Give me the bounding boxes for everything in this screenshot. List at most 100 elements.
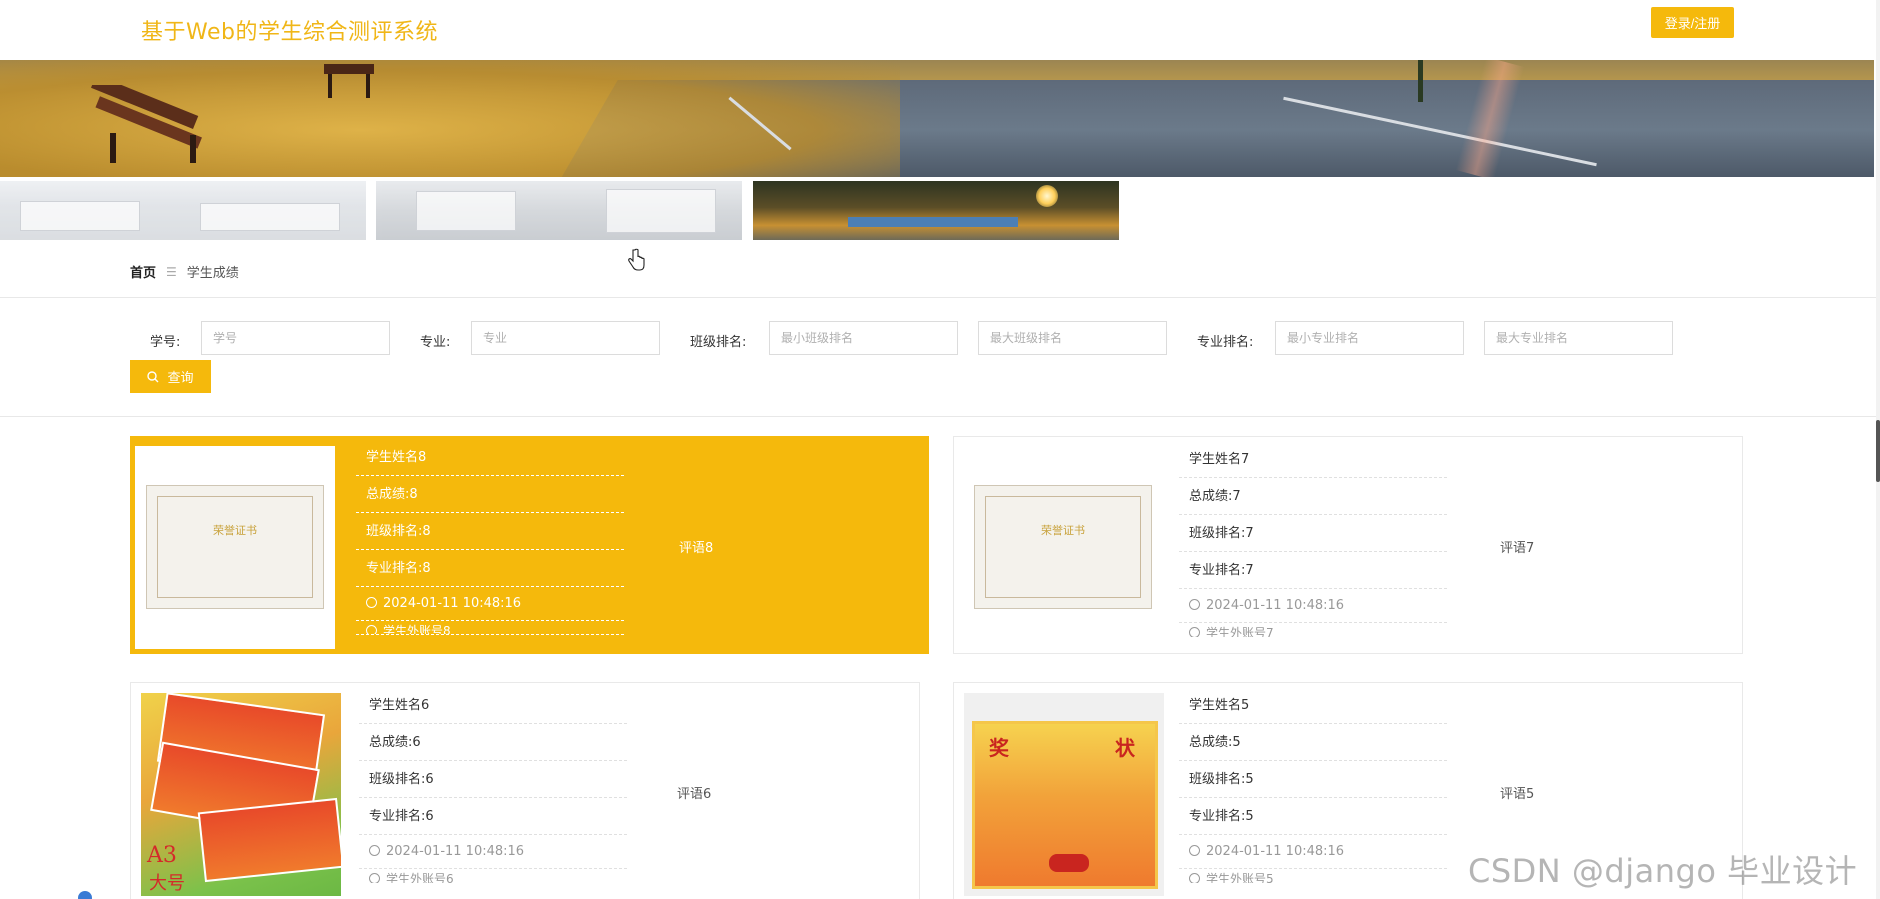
- account-row: 学生外账号5: [1179, 869, 1447, 883]
- certificate-border: [985, 496, 1141, 598]
- watermark: CSDN @django 毕业设计: [1468, 852, 1858, 890]
- class-rank: 班级排名:6: [359, 761, 627, 798]
- sun-shape: [1036, 185, 1058, 207]
- time-text: 2024-01-11 10:48:16: [1206, 598, 1345, 613]
- major-rank: 专业排名:5: [1179, 798, 1447, 835]
- certificate-image[interactable]: 荣誉证书: [964, 447, 1164, 650]
- certificate-image[interactable]: A3 大号: [141, 693, 341, 896]
- student-name: 学生姓名7: [1179, 441, 1447, 478]
- thumbnail-1[interactable]: [0, 181, 366, 240]
- search-icon: [147, 370, 159, 382]
- account-row: 学生外账号6: [359, 869, 627, 883]
- class-rank-label: 班级排名:: [690, 335, 747, 350]
- building-shape: [20, 201, 140, 231]
- clock-icon: [1189, 627, 1200, 637]
- breadcrumb-current: 学生成绩: [186, 266, 239, 281]
- major-input[interactable]: [471, 321, 660, 355]
- score-card[interactable]: A3 大号 学生姓名6 总成绩:6 班级排名:6 专业排名:6 2024-01-…: [130, 682, 920, 899]
- card-time: 2024-01-11 10:48:16: [356, 587, 624, 621]
- clock-icon: [369, 873, 380, 883]
- breadcrumb: 首页 ☰ 学生成绩: [130, 262, 239, 282]
- fence-pole: [1418, 60, 1423, 102]
- certificate-paper: 奖 状: [972, 721, 1158, 889]
- size-label: A3: [147, 843, 177, 868]
- account-text: 学生外账号7: [1206, 626, 1274, 637]
- banner-image: [0, 60, 1874, 177]
- class-rank-max-input[interactable]: [978, 321, 1167, 355]
- thumbnail-3[interactable]: [753, 181, 1119, 240]
- floating-indicator[interactable]: [78, 891, 92, 899]
- search-button[interactable]: 查询: [130, 360, 211, 393]
- login-register-button[interactable]: 登录/注册: [1651, 7, 1734, 38]
- certificate-image[interactable]: 奖 状: [964, 693, 1164, 896]
- account-text: 学生外账号6: [386, 872, 454, 883]
- certificate-bow: [1049, 854, 1089, 872]
- breadcrumb-separator-icon: ☰: [166, 264, 177, 279]
- page: 基于Web的学生综合测评系统 登录/注册 首页 ☰ 学生成绩 学号: 学号 专业…: [0, 0, 1880, 899]
- bench-icon: [91, 85, 202, 163]
- total-score: 总成绩:6: [359, 724, 627, 761]
- certificate-word: 奖: [989, 736, 1009, 760]
- major-rank-label: 专业排名:: [1197, 335, 1254, 350]
- major-label: 专业:: [420, 335, 451, 350]
- certificate-image[interactable]: 荣誉证书: [135, 446, 335, 649]
- certificate-white: 荣誉证书: [146, 485, 324, 609]
- certificate-border: [157, 496, 313, 598]
- time-text: 2024-01-11 10:48:16: [386, 844, 525, 859]
- major-rank-max-input[interactable]: [1484, 321, 1673, 355]
- major-rank: 专业排名:6: [359, 798, 627, 835]
- account-row: 学生外账号8: [356, 621, 624, 635]
- total-score: 总成绩:5: [1179, 724, 1447, 761]
- student-name: 学生姓名5: [1179, 687, 1447, 724]
- certificate-orange: 奖 状: [964, 693, 1164, 896]
- banner-thumbnails: [0, 181, 1121, 240]
- major-rank-min-input[interactable]: [1275, 321, 1464, 355]
- clock-icon: [366, 597, 377, 608]
- card-time: 2024-01-11 10:48:16: [1179, 835, 1447, 869]
- certificate-title: 荣誉证书: [1041, 524, 1085, 537]
- comment-text: 评语8: [679, 541, 714, 556]
- comment-text: 评语7: [1500, 541, 1535, 556]
- student-id-label: 学号:: [150, 335, 181, 350]
- header: 基于Web的学生综合测评系统 登录/注册: [0, 0, 1876, 60]
- card-info: 学生姓名7 总成绩:7 班级排名:7 专业排名:7 2024-01-11 10:…: [1179, 441, 1447, 637]
- class-rank: 班级排名:7: [1179, 515, 1447, 552]
- account-row: 学生外账号7: [1179, 623, 1447, 637]
- time-text: 2024-01-11 10:48:16: [383, 596, 522, 611]
- building-shape: [200, 203, 340, 231]
- class-rank: 班级排名:8: [356, 513, 624, 550]
- size-label-large: 大号: [149, 873, 185, 894]
- card-info: 学生姓名5 总成绩:5 班级排名:5 专业排名:5 2024-01-11 10:…: [1179, 687, 1447, 883]
- certificate-title: 荣誉证书: [213, 524, 257, 537]
- major-rank: 专业排名:7: [1179, 552, 1447, 589]
- class-rank: 班级排名:5: [1179, 761, 1447, 798]
- building-shape: [606, 189, 716, 233]
- student-name: 学生姓名8: [356, 439, 624, 476]
- clock-icon: [1189, 845, 1200, 856]
- comment-text: 评语6: [677, 787, 712, 802]
- certificate-red-books: A3 大号: [141, 693, 341, 896]
- account-text: 学生外账号5: [1206, 872, 1274, 883]
- fence-shape: [848, 217, 1018, 227]
- student-id-input[interactable]: [201, 321, 390, 355]
- breadcrumb-home[interactable]: 首页: [130, 262, 156, 281]
- site-title[interactable]: 基于Web的学生综合测评系统: [141, 14, 438, 46]
- class-rank-min-input[interactable]: [769, 321, 958, 355]
- certificate-word: 状: [1115, 736, 1135, 760]
- clock-icon: [369, 845, 380, 856]
- thumbnail-2[interactable]: [376, 181, 742, 240]
- score-card[interactable]: 荣誉证书 学生姓名8 总成绩:8 班级排名:8 专业排名:8 2024-01-1…: [130, 436, 929, 654]
- building-shape: [416, 191, 516, 231]
- scrollbar-thumb[interactable]: [1876, 420, 1880, 482]
- card-info: 学生姓名6 总成绩:6 班级排名:6 专业排名:6 2024-01-11 10:…: [359, 687, 627, 883]
- card-info: 学生姓名8 总成绩:8 班级排名:8 专业排名:8 2024-01-11 10:…: [356, 439, 624, 635]
- search-form: 学号: 专业: 班级排名: 专业排名: 查询: [0, 298, 1876, 416]
- search-button-label: 查询: [167, 370, 194, 385]
- bench-icon: [324, 64, 374, 98]
- clock-icon: [1189, 873, 1200, 883]
- score-card[interactable]: 荣誉证书 学生姓名7 总成绩:7 班级排名:7 专业排名:7 2024-01-1…: [953, 436, 1743, 654]
- clock-icon: [366, 625, 377, 634]
- time-text: 2024-01-11 10:48:16: [1206, 844, 1345, 859]
- account-text: 学生外账号8: [383, 624, 451, 635]
- clock-icon: [1189, 599, 1200, 610]
